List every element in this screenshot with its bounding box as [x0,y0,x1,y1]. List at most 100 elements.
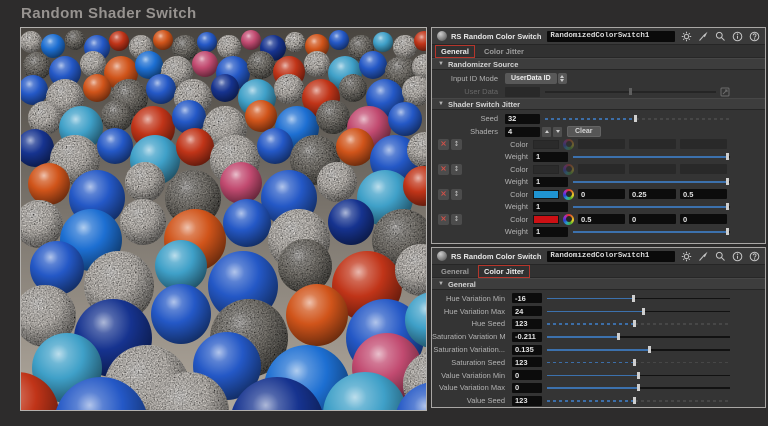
param-value-input[interactable] [512,345,542,355]
param-value-input[interactable] [512,319,542,329]
slider-handle[interactable] [634,115,637,122]
gear-icon[interactable] [681,31,692,42]
shader-entry-4-weight-row: Weight [432,226,765,239]
help-icon[interactable] [749,31,760,42]
param-slider[interactable] [547,383,730,392]
color-component-b-input[interactable] [680,214,727,224]
color-component-g-input[interactable] [629,214,676,224]
param-slider[interactable] [547,396,730,405]
weight-input[interactable] [533,227,568,237]
remove-shader-button[interactable]: × [438,214,449,225]
input-id-mode-spinner[interactable] [558,73,567,84]
section-randomizer-source[interactable]: ▼ Randomizer Source [432,58,765,70]
tab-color-jitter[interactable]: Color Jitter [478,265,530,278]
param-slider[interactable] [547,294,730,303]
color-component-r-input[interactable] [578,189,625,199]
brush-icon[interactable] [698,31,709,42]
weight-label: Weight [462,177,528,186]
section-shader-switch-jitter[interactable]: ▼ Shader Switch Jitter [432,98,765,110]
shaders-increment-button[interactable] [542,127,551,137]
node-name-input[interactable] [547,31,675,42]
move-shader-button[interactable]: ↕ [451,139,462,150]
weight-slider[interactable] [573,202,730,211]
param-slider[interactable] [547,307,730,316]
remove-shader-button[interactable]: × [438,164,449,175]
move-shader-button[interactable]: ↕ [451,164,462,175]
slider-handle[interactable] [633,320,636,327]
shaders-decrement-button[interactable] [553,127,562,137]
brush-icon[interactable] [698,251,709,262]
clear-button[interactable]: Clear [567,126,601,137]
color-swatch[interactable] [533,190,559,199]
param-slider[interactable] [547,358,730,367]
seed-input[interactable] [505,114,540,124]
shader-entry-4-color-row: ×↕Color [432,213,765,226]
magnifier-icon[interactable] [715,251,726,262]
section-general[interactable]: ▼ General [432,278,765,290]
tab-general[interactable]: General [435,265,475,278]
param-row-value-variation-max: Value Variation Max [432,382,765,395]
param-slider[interactable] [547,371,730,380]
weight-label: Weight [462,227,528,236]
slider-handle[interactable] [726,153,729,160]
magnifier-icon[interactable] [715,31,726,42]
color-wheel-icon[interactable] [563,214,574,225]
shaders-input[interactable] [505,127,540,137]
param-value-input[interactable] [512,332,542,342]
node-name-input[interactable] [547,251,675,262]
weight-input[interactable] [533,177,568,187]
color-component-b-input[interactable] [680,189,727,199]
move-shader-button[interactable]: ↕ [451,214,462,225]
param-value-input[interactable] [512,396,542,406]
panel2-tabbar: General Color Jitter [432,265,765,278]
color-component-g-input[interactable] [629,189,676,199]
remove-shader-button[interactable]: × [438,139,449,150]
info-icon[interactable] [732,251,743,262]
slider-handle[interactable] [726,203,729,210]
param-row-hue-seed: Hue Seed [432,318,765,331]
gear-icon[interactable] [681,251,692,262]
user-data-slider [545,87,716,96]
shader-link-icon[interactable] [720,87,730,97]
param-value-input[interactable] [512,293,542,303]
slider-handle[interactable] [637,384,640,391]
param-value-input[interactable] [512,383,542,393]
param-label: Saturation Variation Min [432,332,505,341]
color-component-b-input [680,139,727,149]
help-icon[interactable] [749,251,760,262]
weight-slider[interactable] [573,177,730,186]
param-value-input[interactable] [512,370,542,380]
move-shader-button[interactable]: ↕ [451,189,462,200]
slider-handle[interactable] [648,346,651,353]
slider-handle[interactable] [726,228,729,235]
slider-handle[interactable] [617,333,620,340]
weight-slider[interactable] [573,227,730,236]
param-slider[interactable] [547,319,730,328]
slider-handle[interactable] [637,372,640,379]
slider-handle[interactable] [633,397,636,404]
color-wheel-icon[interactable] [563,189,574,200]
tab-color-jitter[interactable]: Color Jitter [478,45,530,58]
param-slider[interactable] [547,345,730,354]
param-value-input[interactable] [512,357,542,367]
remove-shader-button[interactable]: × [438,189,449,200]
weight-slider[interactable] [573,152,730,161]
color-swatch[interactable] [533,215,559,224]
seed-row: Seed [432,112,765,125]
panel2-header: RS Random Color Switch [432,248,765,265]
slider-handle[interactable] [632,295,635,302]
input-id-mode-dropdown[interactable]: UserData ID [505,73,557,84]
weight-input[interactable] [533,202,568,212]
slider-handle[interactable] [642,308,645,315]
shaders-label: Shaders [432,127,498,136]
tab-general[interactable]: General [435,45,475,58]
param-slider[interactable] [547,332,730,341]
slider-handle[interactable] [726,178,729,185]
slider-handle[interactable] [633,359,636,366]
info-icon[interactable] [732,31,743,42]
weight-input[interactable] [533,152,568,162]
seed-slider[interactable] [545,114,730,123]
shaders-row: Shaders Clear [432,125,765,138]
color-component-r-input[interactable] [578,214,625,224]
param-value-input[interactable] [512,306,542,316]
